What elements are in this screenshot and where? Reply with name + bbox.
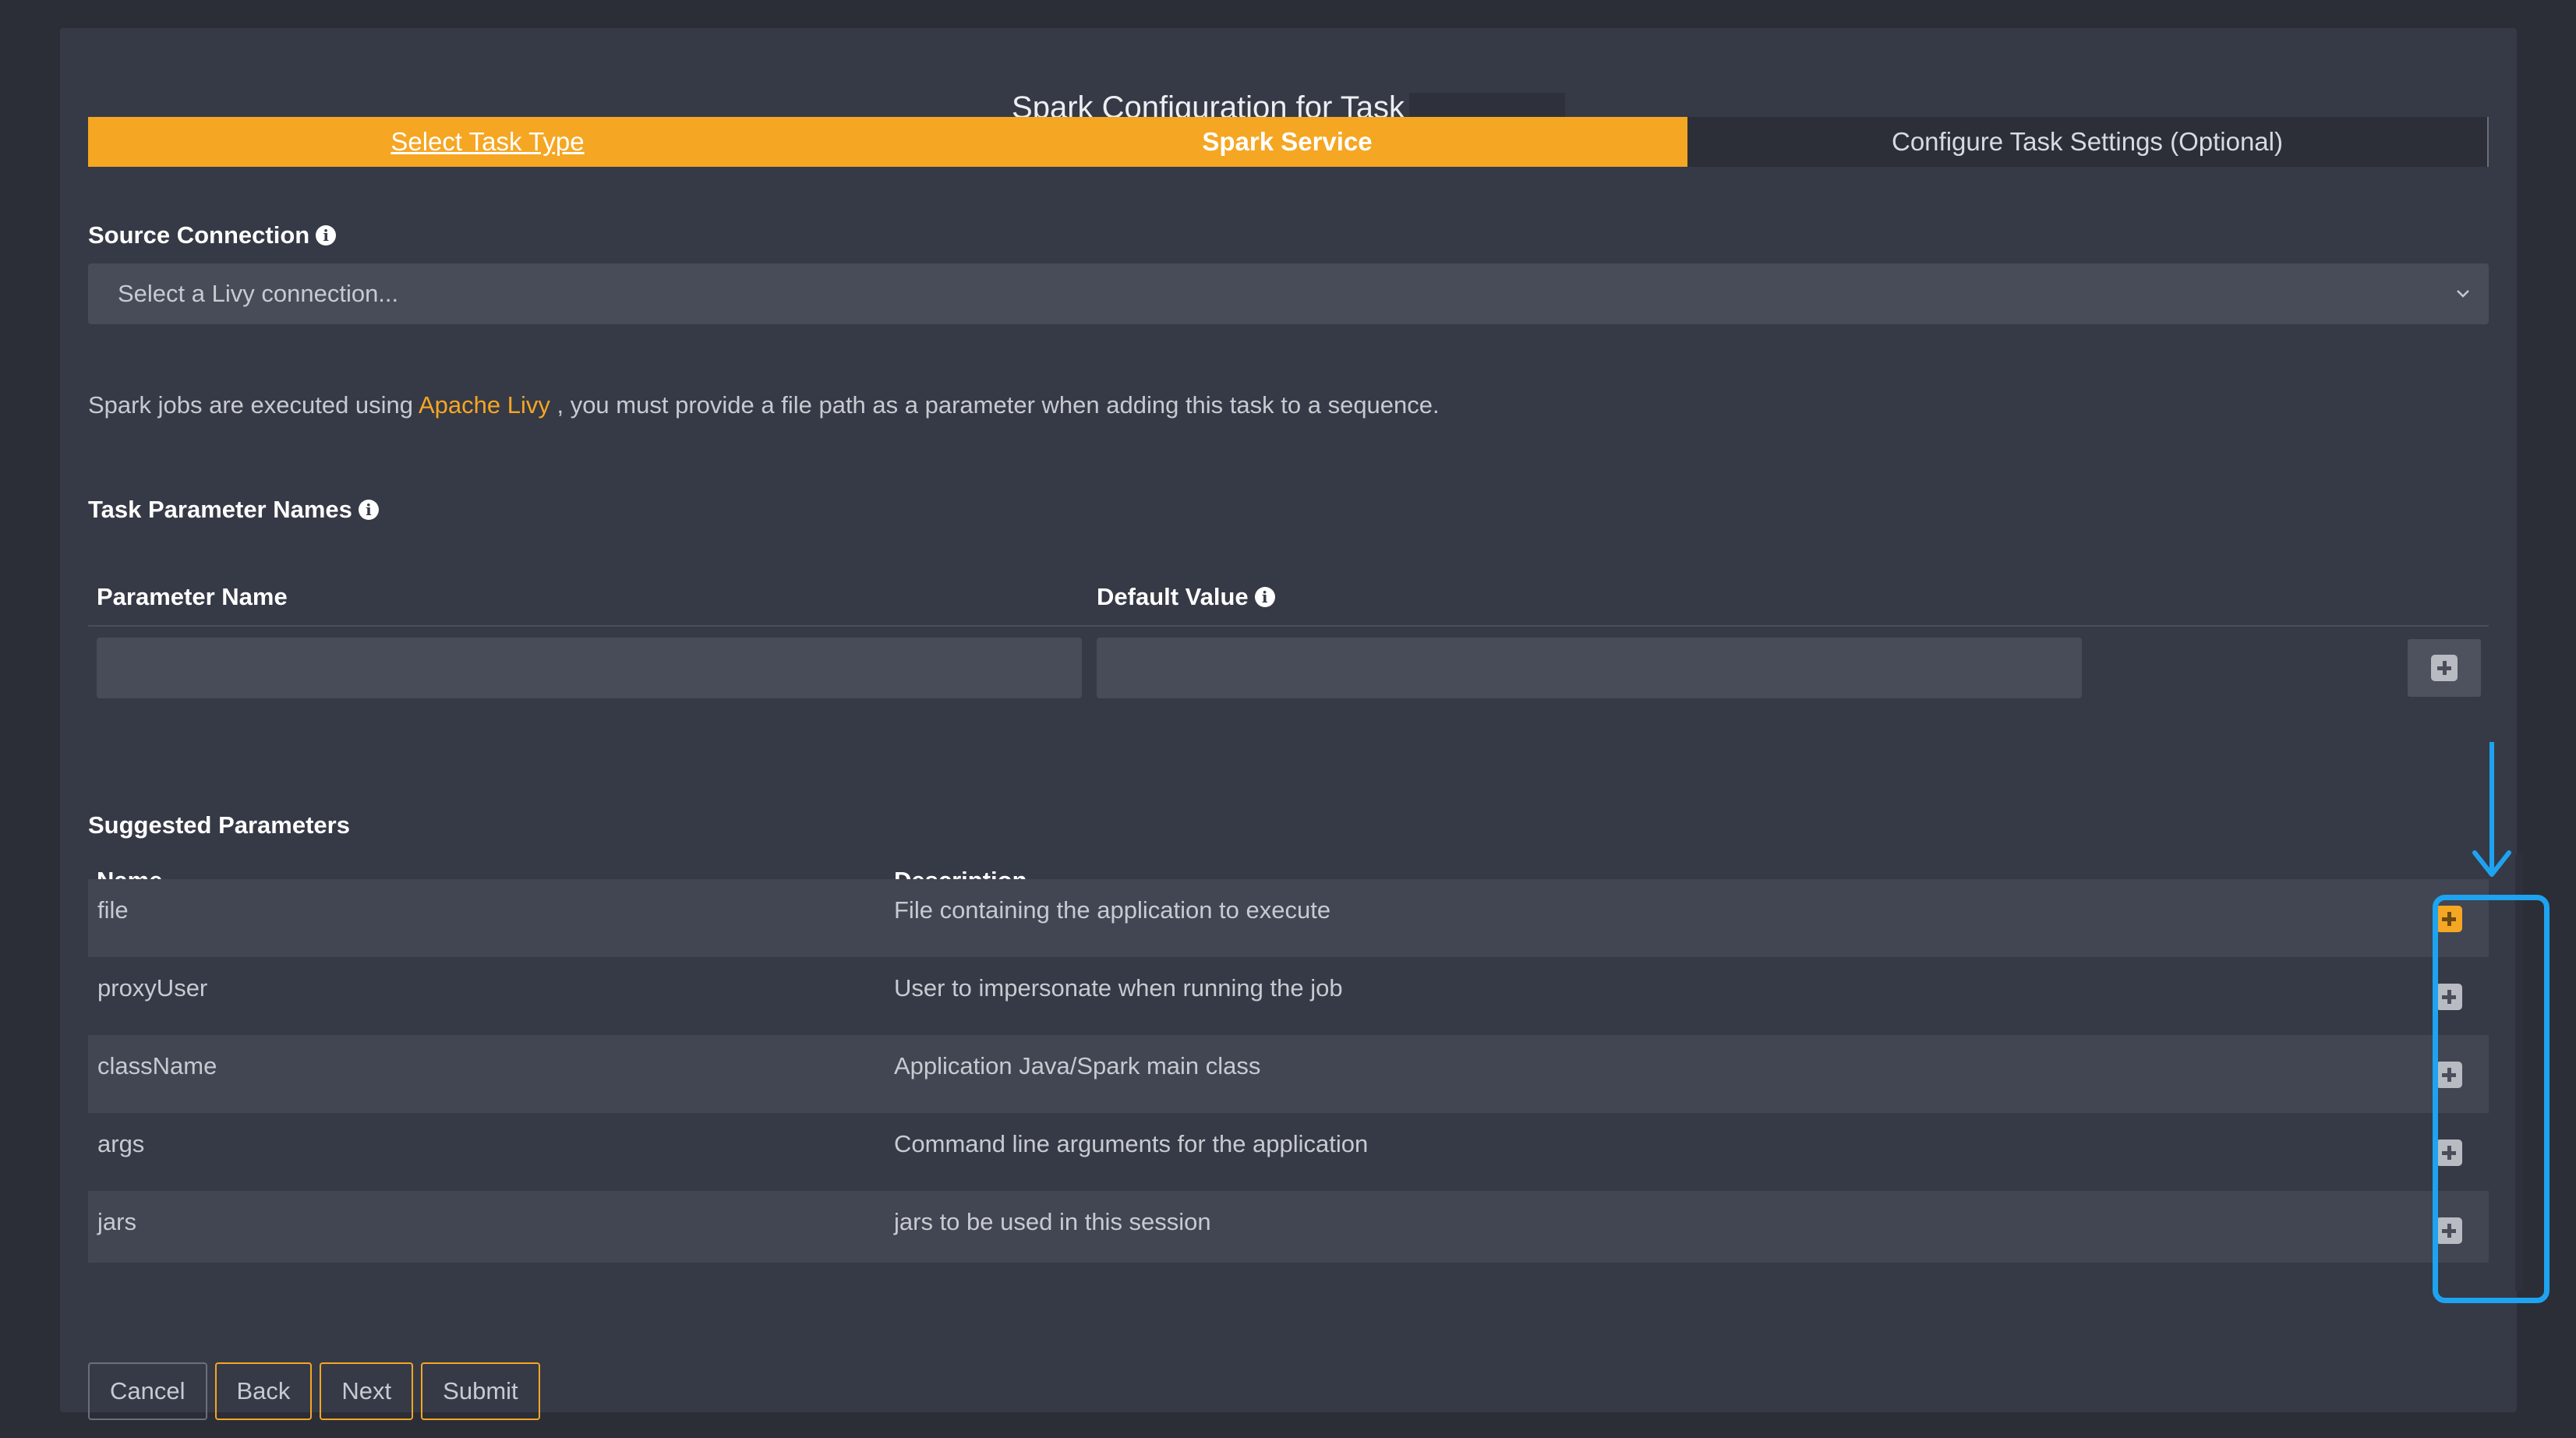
param-description: Command line arguments for the applicati… bbox=[894, 1130, 1369, 1157]
helper-suffix: , you must provide a file path as a para… bbox=[557, 391, 1440, 419]
helper-prefix: Spark jobs are executed using bbox=[88, 391, 414, 419]
step-configure-task-settings[interactable]: Configure Task Settings (Optional) bbox=[1687, 117, 2489, 167]
chevron-down-icon bbox=[2457, 290, 2469, 298]
param-name: jars bbox=[97, 1208, 136, 1235]
info-icon[interactable]: i bbox=[316, 225, 337, 246]
footer-buttons: Cancel Back Next Submit bbox=[88, 1362, 540, 1420]
cancel-button[interactable]: Cancel bbox=[88, 1362, 207, 1420]
spark-config-modal: Spark Configuration for Task Select Task… bbox=[60, 28, 2549, 1420]
table-row: file File containing the application to … bbox=[88, 879, 2489, 957]
livy-helper-text: Spark jobs are executed using Apache Liv… bbox=[88, 391, 1440, 419]
table-row: args Command line arguments for the appl… bbox=[88, 1113, 2489, 1191]
table-row: className Application Java/Spark main cl… bbox=[88, 1035, 2489, 1113]
step-spark-service: Spark Service bbox=[887, 117, 1687, 167]
parameter-name-input[interactable] bbox=[97, 638, 1082, 698]
plus-square-icon bbox=[2431, 655, 2458, 681]
source-connection-label: Source Connection i bbox=[88, 221, 337, 249]
back-button[interactable]: Back bbox=[214, 1362, 313, 1420]
param-name: args bbox=[97, 1130, 145, 1157]
task-parameter-names-label: Task Parameter Names i bbox=[88, 496, 379, 524]
default-value-input[interactable] bbox=[1097, 638, 2082, 698]
param-description: File containing the application to execu… bbox=[894, 896, 1331, 924]
table-row: jars jars to be used in this session bbox=[88, 1191, 2489, 1263]
param-description: jars to be used in this session bbox=[894, 1208, 1211, 1235]
step-select-task-type[interactable]: Select Task Type bbox=[88, 117, 887, 167]
suggested-parameters-table: file File containing the application to … bbox=[88, 879, 2489, 1263]
arrow-down-annotation-icon bbox=[2472, 742, 2511, 877]
source-connection-placeholder: Select a Livy connection... bbox=[118, 280, 399, 307]
source-connection-select[interactable]: Select a Livy connection... bbox=[88, 263, 2489, 324]
params-header-divider bbox=[88, 625, 2489, 627]
add-parameter-button[interactable] bbox=[2408, 639, 2481, 697]
param-description: Application Java/Spark main class bbox=[894, 1052, 1261, 1079]
source-connection-label-text: Source Connection bbox=[88, 221, 310, 249]
param-name: proxyUser bbox=[97, 974, 208, 1002]
task-parameter-names-label-text: Task Parameter Names bbox=[88, 496, 352, 523]
info-icon[interactable]: i bbox=[358, 500, 379, 520]
default-value-header: Default Value i bbox=[1097, 583, 1275, 611]
info-icon[interactable]: i bbox=[1254, 587, 1275, 607]
param-name: file bbox=[97, 896, 129, 924]
submit-button[interactable]: Submit bbox=[421, 1362, 540, 1420]
param-description: User to impersonate when running the job bbox=[894, 974, 1343, 1002]
next-button[interactable]: Next bbox=[320, 1362, 414, 1420]
table-row: proxyUser User to impersonate when runni… bbox=[88, 957, 2489, 1035]
suggested-parameters-label: Suggested Parameters bbox=[88, 811, 350, 839]
wizard-steps: Select Task Type Spark Service Configure… bbox=[88, 117, 2489, 167]
default-value-header-text: Default Value bbox=[1097, 583, 1249, 610]
apache-livy-link[interactable]: Apache Livy bbox=[419, 391, 550, 419]
param-name: className bbox=[97, 1052, 217, 1079]
add-buttons-highlight bbox=[2433, 895, 2549, 1303]
parameter-name-header: Parameter Name bbox=[97, 583, 288, 610]
